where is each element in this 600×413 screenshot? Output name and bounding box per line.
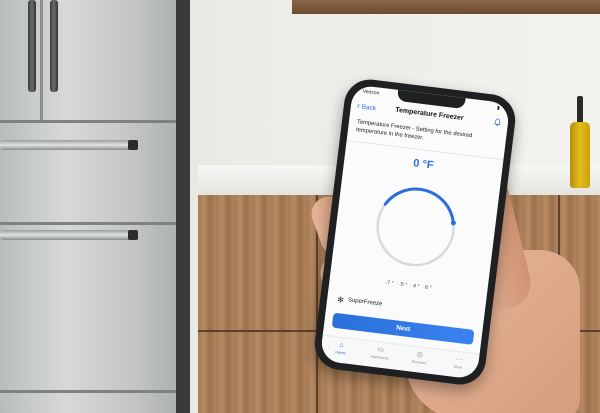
battery-icon: ▮ [496, 105, 501, 112]
fridge-drawer-handle-bottom [0, 230, 138, 240]
fridge-drawer-gap [0, 120, 188, 123]
fridge-side-edge [176, 0, 190, 413]
fridge-drawer-gap-2 [0, 222, 188, 225]
tab-appliances[interactable]: ▭ Appliances [364, 344, 396, 369]
temperature-dial[interactable] [364, 176, 467, 279]
dial-track [376, 187, 455, 267]
snowflake-icon: ✻ [336, 294, 345, 305]
scale-label-2: -5 ° [398, 281, 408, 289]
fridge-handle-right [50, 0, 58, 92]
carrier-label: Verizon [362, 88, 380, 97]
scale-label-4: 6 ° [424, 284, 432, 292]
refrigerator [0, 0, 188, 413]
scale-separator: · [420, 284, 424, 291]
tab-discover[interactable]: ◎ Discover [403, 349, 435, 374]
scale-separator: · [408, 282, 412, 289]
tab-home[interactable]: ⌂ Home [324, 339, 356, 364]
temperature-scale: -7 ° · -5 ° · 4 ° · 6 ° [338, 274, 480, 297]
scale-label-1: -7 ° [385, 279, 394, 287]
bell-icon[interactable] [493, 118, 501, 129]
fridge-drawer-handle-top [0, 140, 138, 150]
wooden-shelf [292, 0, 600, 14]
superfreeze-label: SuperFreeze [347, 297, 383, 308]
scale-label-3: 4 ° [412, 283, 420, 290]
phone-screen: Verizon ▮ ‹ Back Temperature Freezer Tem… [319, 84, 511, 380]
fridge-handle-left [28, 0, 36, 92]
dial-handle[interactable] [450, 220, 457, 226]
scale-separator: · [395, 281, 398, 288]
fridge-drawer-gap-3 [0, 390, 188, 393]
dial-progress-arc [383, 187, 455, 225]
superfreeze-option[interactable]: ✻ SuperFreeze [337, 294, 383, 309]
tab-more[interactable]: ⋯ More [442, 354, 474, 379]
oil-bottle [570, 96, 590, 188]
fridge-door-split [40, 0, 43, 120]
smartphone: Verizon ▮ ‹ Back Temperature Freezer Tem… [311, 76, 519, 388]
